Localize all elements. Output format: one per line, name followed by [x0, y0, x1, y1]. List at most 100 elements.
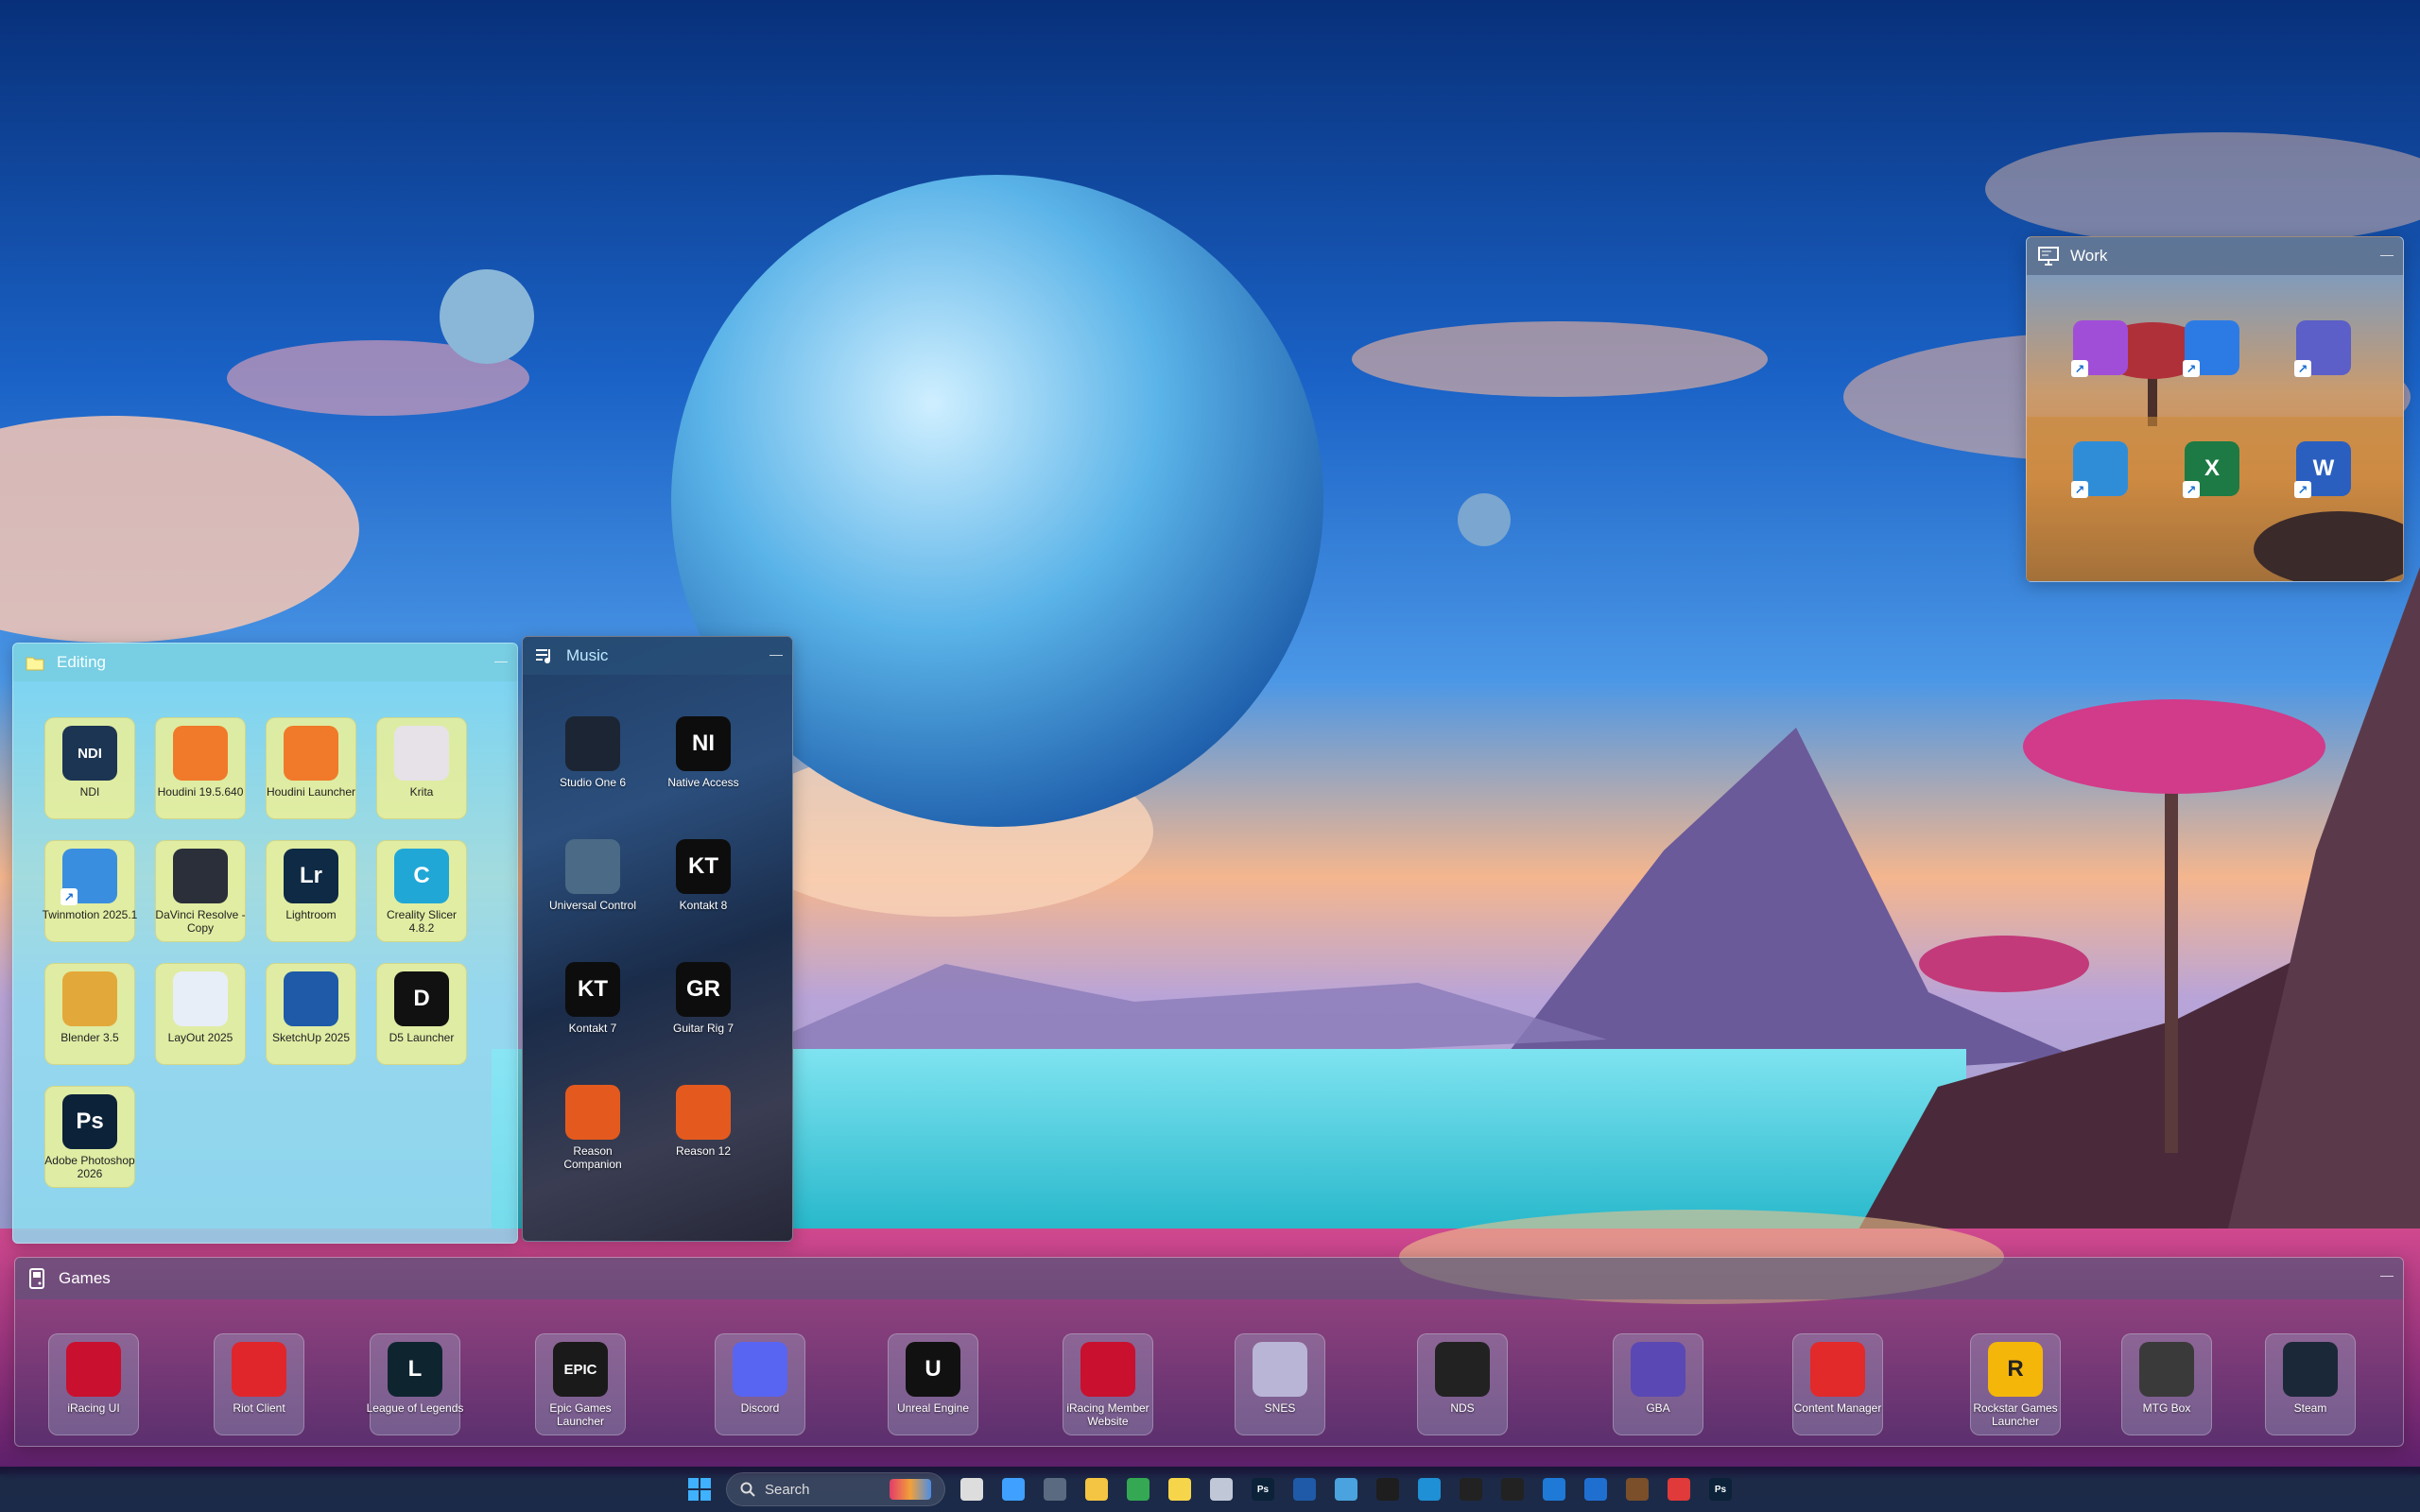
desktop-shortcut[interactable]: Discord	[715, 1333, 805, 1435]
search-highlight-icon	[890, 1479, 931, 1500]
twinmotion-icon: ↗	[60, 849, 117, 905]
desktop-shortcut[interactable]: ↗	[2063, 434, 2138, 509]
desktop-shortcut[interactable]: ↗	[2286, 313, 2361, 388]
desktop-shortcut[interactable]: Reason Companion	[536, 1081, 649, 1183]
desktop-shortcut[interactable]: Ps Adobe Photoshop 2026	[44, 1086, 135, 1188]
shortcut-label: Riot Client	[233, 1401, 285, 1415]
media-player-icon	[1668, 1478, 1690, 1501]
desktop-shortcut[interactable]: W ↗	[2286, 434, 2361, 509]
shortcut-label: Content Manager	[1793, 1401, 1882, 1415]
desktop-shortcut[interactable]: Houdini Launcher	[266, 717, 356, 819]
taskbar: Search Ps Ps	[0, 1467, 2420, 1512]
taskbar-app-button[interactable]	[955, 1472, 989, 1506]
desktop-shortcut[interactable]: ↗	[2063, 313, 2138, 388]
taskbar-app-button[interactable]	[1329, 1472, 1363, 1506]
layout-icon	[173, 971, 228, 1026]
desktop-shortcut[interactable]: NDI NDI	[44, 717, 135, 819]
riot-client-icon	[232, 1342, 286, 1397]
desktop-shortcut[interactable]: SketchUp 2025	[266, 963, 356, 1065]
taskbar-app-button[interactable]	[1204, 1472, 1238, 1506]
copilot-icon	[1002, 1478, 1025, 1501]
desktop-shortcut[interactable]: L League of Legends	[367, 1333, 463, 1435]
desktop-shortcut[interactable]: Houdini 19.5.640	[155, 717, 246, 819]
taskbar-search[interactable]: Search	[726, 1472, 945, 1506]
collapse-icon[interactable]: —	[2380, 247, 2394, 262]
desktop-shortcut[interactable]: Reason 12	[647, 1081, 760, 1183]
fence-games[interactable]: Games — iRacing UI Riot Client L League of …	[14, 1257, 2404, 1447]
taskbar-app-button[interactable]: Ps	[1246, 1472, 1280, 1506]
desktop-shortcut[interactable]: NI Native Access	[647, 713, 760, 815]
icon-glyph: KT	[688, 853, 718, 879]
folder-icon	[25, 652, 45, 673]
taskbar-app-button[interactable]	[1371, 1472, 1405, 1506]
fence-header-games[interactable]: Games —	[15, 1258, 2403, 1299]
snes-icon	[1253, 1342, 1307, 1397]
desktop-shortcut[interactable]: iRacing Member Website	[1063, 1333, 1153, 1435]
icon-glyph: W	[2312, 455, 2335, 481]
desktop-shortcut[interactable]: MTG Box	[2121, 1333, 2212, 1435]
taskbar-app-button[interactable]	[1454, 1472, 1488, 1506]
desktop-shortcut[interactable]: D D5 Launcher	[376, 963, 467, 1065]
taskbar-app-button[interactable]	[1288, 1472, 1322, 1506]
collapse-icon[interactable]: —	[2380, 1267, 2394, 1282]
taskbar-app-button[interactable]	[1038, 1472, 1072, 1506]
desktop-shortcut[interactable]: Steam	[2265, 1333, 2356, 1435]
fence-title: Games	[59, 1269, 111, 1287]
taskbar-app-button[interactable]	[1662, 1472, 1696, 1506]
fence-header-music[interactable]: Music —	[523, 637, 792, 675]
taskbar-app-button[interactable]	[1579, 1472, 1613, 1506]
desktop-shortcut[interactable]: R Rockstar Games Launcher	[1970, 1333, 2061, 1435]
fence-header-work[interactable]: Work —	[2027, 237, 2403, 275]
taskbar-app-button[interactable]	[1080, 1472, 1114, 1506]
desktop-shortcut[interactable]: U Unreal Engine	[888, 1333, 978, 1435]
desktop-shortcut[interactable]: EPIC Epic Games Launcher	[535, 1333, 626, 1435]
icon-glyph: NDI	[78, 745, 102, 762]
start-button[interactable]	[683, 1472, 717, 1506]
desktop-shortcut[interactable]: Riot Client	[214, 1333, 304, 1435]
desktop-shortcut[interactable]: Universal Control	[536, 835, 649, 937]
desktop-shortcut[interactable]: X ↗	[2174, 434, 2250, 509]
monitor-icon	[2038, 246, 2059, 266]
desktop-shortcut[interactable]: LayOut 2025	[155, 963, 246, 1065]
desktop-shortcut[interactable]: Studio One 6	[536, 713, 649, 815]
taskbar-app-button[interactable]: Ps	[1703, 1472, 1737, 1506]
desktop-shortcut[interactable]: iRacing UI	[48, 1333, 139, 1435]
desktop-shortcut[interactable]: Content Manager	[1792, 1333, 1883, 1435]
guitar-rig-icon: GR	[676, 962, 731, 1017]
desktop-shortcut[interactable]: Krita	[376, 717, 467, 819]
taskbar-app-button[interactable]	[1537, 1472, 1571, 1506]
steam-icon	[2283, 1342, 2338, 1397]
phone-link-icon	[1210, 1478, 1233, 1501]
fence-editing[interactable]: Editing — NDI NDI Houdini 19.5.640 Houdini …	[12, 643, 518, 1244]
desktop-shortcut[interactable]: ↗	[2174, 313, 2250, 388]
desktop-shortcut[interactable]: KT Kontakt 8	[647, 835, 760, 937]
taskbar-app-button[interactable]	[1495, 1472, 1530, 1506]
collapse-icon[interactable]: —	[494, 653, 508, 668]
icon-glyph: X	[2204, 455, 2220, 481]
desktop-shortcut[interactable]: SNES	[1235, 1333, 1325, 1435]
desktop-shortcut[interactable]: NDS	[1417, 1333, 1508, 1435]
desktop-shortcut[interactable]: KT Kontakt 7	[536, 958, 649, 1060]
taskbar-app-button[interactable]	[1121, 1472, 1155, 1506]
collapse-icon[interactable]: —	[769, 646, 783, 662]
fence-work[interactable]: Work — ↗ ↗ ↗ ↗ X ↗ W ↗	[2026, 236, 2404, 582]
desktop-shortcut[interactable]: ↗ Twinmotion 2025.1	[43, 840, 137, 942]
desktop-shortcut[interactable]: Blender 3.5	[44, 963, 135, 1065]
shortcut-label: NDI	[79, 785, 100, 799]
houdini-icon	[173, 726, 228, 781]
taskbar-app-button[interactable]	[1412, 1472, 1446, 1506]
taskbar-app-button[interactable]	[1163, 1472, 1197, 1506]
desktop-shortcut[interactable]: C Creality Slicer 4.8.2	[376, 840, 467, 942]
search-icon	[740, 1482, 755, 1497]
fence-music[interactable]: Music — Studio One 6 NI Native Access Unive…	[522, 636, 793, 1242]
desktop-shortcut[interactable]: GBA	[1613, 1333, 1703, 1435]
desktop-shortcut[interactable]: DaVinci Resolve - Copy	[155, 840, 246, 942]
iracing-website-icon	[1080, 1342, 1135, 1397]
taskbar-app-button[interactable]	[996, 1472, 1030, 1506]
taskbar-app-button[interactable]	[1620, 1472, 1654, 1506]
shortcut-label: Studio One 6	[559, 776, 627, 789]
shortcut-label: Blender 3.5	[60, 1031, 119, 1044]
desktop-shortcut[interactable]: Lr Lightroom	[266, 840, 356, 942]
fence-header-editing[interactable]: Editing —	[13, 644, 517, 681]
desktop-shortcut[interactable]: GR Guitar Rig 7	[647, 958, 760, 1060]
